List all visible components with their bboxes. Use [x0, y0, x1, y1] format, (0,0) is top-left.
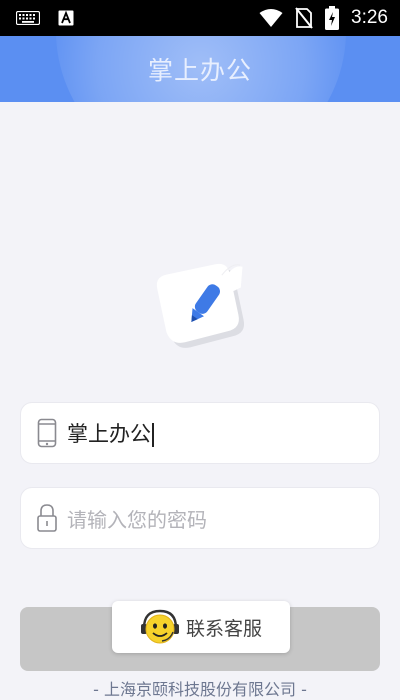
- hand-pen-logo-icon: [156, 263, 245, 348]
- page-title: 掌上办公: [147, 56, 252, 85]
- account-field[interactable]: 掌上办公: [20, 402, 380, 464]
- font-a-icon: [58, 10, 74, 26]
- battery-charging-icon: [325, 6, 340, 30]
- password-field[interactable]: 请输入您的密码: [20, 487, 380, 549]
- password-input[interactable]: 请输入您的密码: [67, 504, 207, 533]
- text-caret: [152, 423, 154, 447]
- phone-icon: [27, 418, 67, 448]
- customer-service-button[interactable]: 联系客服: [112, 601, 290, 653]
- account-input[interactable]: 掌上办公: [67, 418, 154, 448]
- no-sim-icon: [295, 7, 313, 29]
- customer-service-label: 联系客服: [185, 617, 262, 640]
- app-header: 掌上办公: [0, 36, 400, 102]
- smiley-headset-icon: [140, 609, 179, 644]
- lock-icon: [27, 503, 67, 533]
- wifi-icon: [259, 9, 283, 27]
- status-time: 3:26: [351, 7, 388, 28]
- company-footer: - 上海京颐科技股份有限公司 -: [93, 680, 307, 699]
- status-bar: 3:26: [0, 0, 400, 36]
- keyboard-icon: [16, 11, 40, 25]
